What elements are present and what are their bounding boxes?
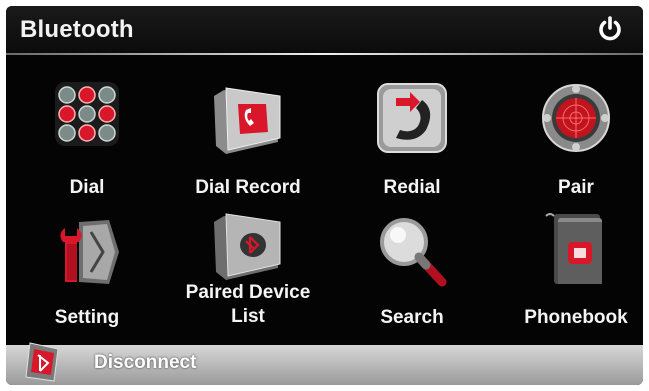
search-button[interactable]: Search bbox=[337, 214, 487, 340]
phonebook-button[interactable]: Phonebook bbox=[501, 210, 643, 336]
title-bar: Bluetooth bbox=[6, 6, 643, 54]
phonebook-label: Phonebook bbox=[524, 307, 628, 328]
dial-record-icon bbox=[208, 80, 288, 158]
pair-label: Pair bbox=[558, 177, 594, 198]
paired-device-list-button[interactable]: Paired Device List bbox=[173, 206, 323, 332]
keypad-icon bbox=[47, 80, 127, 158]
search-icon bbox=[372, 214, 452, 292]
dial-label: Dial bbox=[69, 177, 105, 198]
pair-button[interactable]: Pair bbox=[501, 80, 643, 206]
power-icon[interactable] bbox=[595, 14, 625, 44]
paired-device-list-icon bbox=[208, 206, 288, 284]
phonebook-icon bbox=[536, 210, 616, 288]
page-title: Bluetooth bbox=[20, 16, 134, 43]
setting-label: Setting bbox=[54, 307, 120, 328]
dial-record-button[interactable]: Dial Record bbox=[173, 80, 323, 206]
search-label: Search bbox=[380, 307, 444, 328]
redial-icon bbox=[372, 80, 452, 158]
header-divider bbox=[6, 53, 643, 55]
redial-button[interactable]: Redial bbox=[337, 80, 487, 206]
setting-button[interactable]: Setting bbox=[12, 214, 162, 340]
dial-button[interactable]: Dial bbox=[12, 80, 162, 206]
pair-radar-icon bbox=[536, 80, 616, 158]
disconnect-bar[interactable]: Disconnect bbox=[6, 342, 643, 385]
paired-device-list-label-line2: List bbox=[231, 306, 265, 327]
dial-record-label: Dial Record bbox=[195, 177, 301, 198]
paired-device-list-label-line1: Paired Device bbox=[185, 282, 311, 303]
setting-wrench-icon bbox=[47, 214, 127, 292]
disconnect-label[interactable]: Disconnect bbox=[94, 352, 196, 374]
redial-label: Redial bbox=[383, 177, 441, 198]
bluetooth-screen: Bluetooth Dial Dial Record Redial Pair S… bbox=[6, 6, 643, 385]
disconnect-icon bbox=[20, 341, 64, 385]
